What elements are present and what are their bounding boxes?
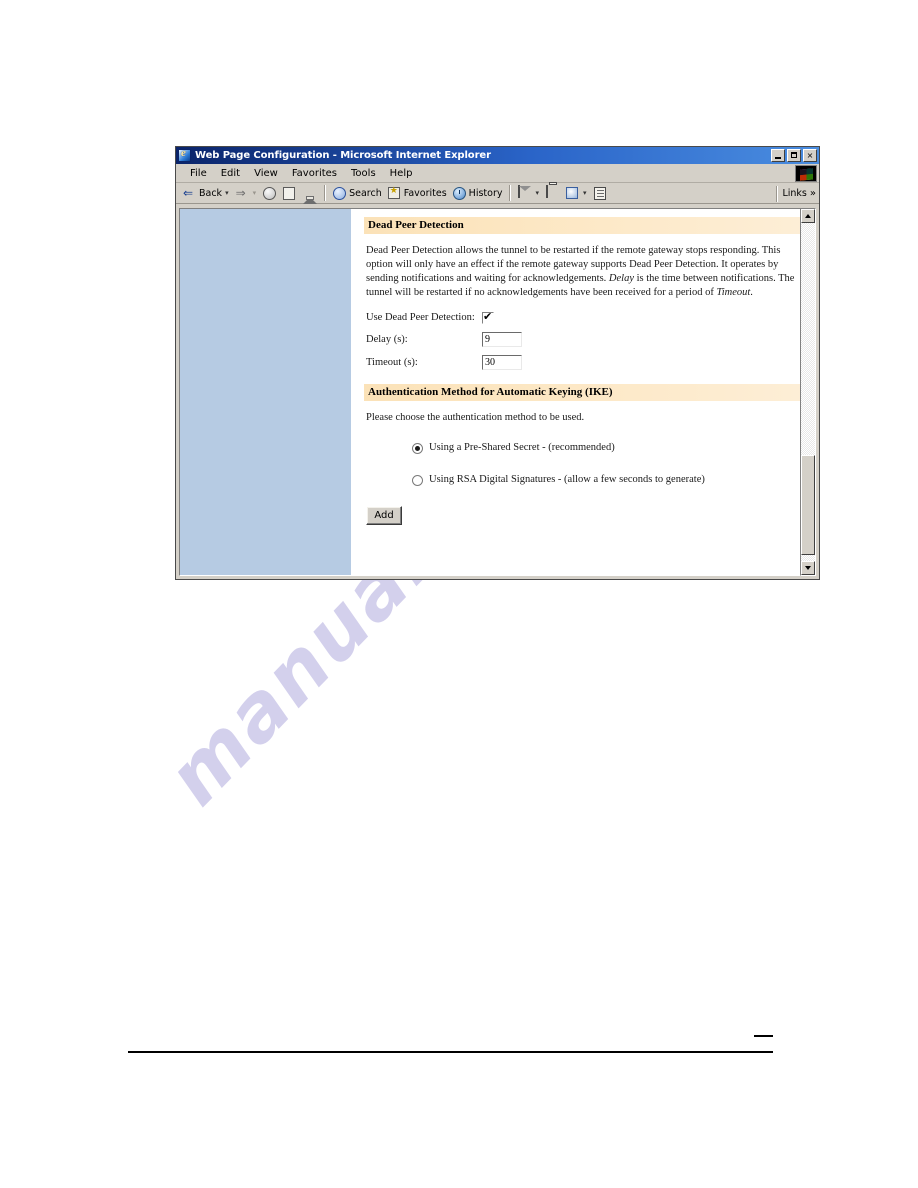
browser-window: Web Page Configuration - Microsoft Inter…: [175, 146, 820, 580]
radio-row-pre-shared-secret[interactable]: Using a Pre-Shared Secret - (recommended…: [412, 442, 801, 455]
print-icon: [546, 185, 560, 200]
ie-logo-icon: [178, 147, 191, 162]
checkbox-use-dead-peer-detection[interactable]: [482, 310, 494, 324]
home-icon: [303, 186, 318, 204]
scroll-up-button[interactable]: [801, 209, 815, 223]
links-label[interactable]: Links: [782, 188, 806, 199]
history-button[interactable]: History: [450, 185, 506, 201]
desc-emphasis-delay: Delay: [608, 272, 634, 284]
minimize-icon: [775, 157, 781, 159]
toolbar-separator: [324, 185, 327, 201]
close-button[interactable]: ×: [803, 149, 817, 162]
label-use-dead-peer-detection: Use Dead Peer Detection:: [366, 312, 475, 324]
maximize-button[interactable]: [787, 149, 801, 162]
search-button[interactable]: Search: [330, 185, 385, 201]
menu-item-edit[interactable]: Edit: [214, 167, 247, 180]
radio-row-rsa-digital-signatures[interactable]: Using RSA Digital Signatures - (allow a …: [412, 474, 801, 487]
minimize-button[interactable]: [771, 149, 785, 162]
label-timeout: Timeout (s):: [366, 356, 418, 368]
favorites-icon: [387, 186, 402, 200]
input-delay-seconds[interactable]: [482, 331, 522, 347]
radio-label-rsa-digital-signatures: Using RSA Digital Signatures - (allow a …: [429, 474, 705, 486]
mail-button[interactable]: ▾: [515, 185, 543, 201]
menu-item-help[interactable]: Help: [383, 167, 420, 180]
refresh-button[interactable]: [280, 185, 300, 201]
radio-pre-shared-secret[interactable]: [412, 443, 423, 455]
window-title: Web Page Configuration - Microsoft Inter…: [195, 150, 491, 161]
field-row-delay: Delay (s):: [366, 331, 801, 347]
links-chevron-icon[interactable]: »: [810, 188, 816, 199]
radio-label-pre-shared-secret: Using a Pre-Shared Secret - (recommended…: [429, 442, 615, 454]
edit-page-icon: [593, 186, 608, 200]
section-heading-dead-peer-detection: Dead Peer Detection: [364, 217, 801, 235]
forward-dropdown-caret-icon: ▾: [252, 189, 257, 197]
vertical-scrollbar[interactable]: [800, 208, 816, 576]
browser-client-area: Dead Peer Detection Dead Peer Detection …: [179, 208, 816, 576]
page-sidebar-panel: [180, 209, 352, 575]
field-row-timeout: Timeout (s):: [366, 354, 801, 370]
related-links-icon: [566, 186, 580, 200]
favorites-label: Favorites: [403, 187, 447, 199]
footer-dash-mark: [754, 1035, 773, 1037]
stop-button[interactable]: [260, 185, 280, 201]
dead-peer-detection-description: Dead Peer Detection allows the tunnel to…: [366, 244, 801, 299]
history-label: History: [468, 187, 503, 199]
links-bar[interactable]: Links »: [776, 183, 816, 204]
footer-horizontal-rule: [128, 1051, 773, 1053]
input-timeout-seconds[interactable]: [482, 354, 522, 370]
scrollbar-thumb[interactable]: [801, 455, 815, 555]
back-dropdown-caret-icon[interactable]: ▾: [225, 189, 229, 197]
history-icon: [452, 186, 467, 200]
authentication-intro-text: Please choose the authentication method …: [366, 411, 585, 423]
menu-item-view[interactable]: View: [247, 167, 285, 180]
scrollbar-track[interactable]: [801, 223, 815, 561]
scroll-down-button[interactable]: [801, 561, 815, 575]
mail-dropdown-caret-icon[interactable]: ▾: [535, 189, 539, 197]
refresh-icon: [283, 186, 297, 200]
forward-arrow-icon: [236, 186, 250, 200]
forward-button[interactable]: ▾: [233, 185, 261, 201]
back-label: Back: [199, 187, 223, 199]
triangle-down-icon: [805, 566, 811, 570]
edit-button[interactable]: [591, 185, 611, 201]
back-arrow-icon: [183, 186, 197, 200]
mail-icon: [518, 185, 532, 200]
windows-flag-logo-icon: [795, 165, 817, 182]
discuss-button[interactable]: ▾: [563, 185, 591, 201]
search-label: Search: [349, 187, 382, 199]
menu-item-tools[interactable]: Tools: [344, 167, 383, 180]
desc-emphasis-timeout: Timeout: [716, 286, 751, 298]
triangle-up-icon: [805, 214, 811, 218]
radio-rsa-digital-signatures[interactable]: [412, 475, 423, 487]
section-heading-authentication-method: Authentication Method for Automatic Keyi…: [364, 383, 801, 401]
maximize-icon: [791, 152, 797, 158]
flag-glyph: [800, 168, 813, 181]
favorites-button[interactable]: Favorites: [385, 185, 450, 201]
page-content: Dead Peer Detection Dead Peer Detection …: [352, 209, 815, 575]
toolbar-separator-2: [509, 185, 512, 201]
menu-item-favorites[interactable]: Favorites: [285, 167, 344, 180]
search-icon: [333, 186, 347, 200]
discuss-dropdown-caret-icon[interactable]: ▾: [583, 189, 587, 197]
back-button[interactable]: Back ▾: [180, 185, 233, 201]
field-row-use-dead-peer-detection: Use Dead Peer Detection:: [366, 310, 801, 324]
links-separator: [776, 185, 779, 202]
stop-icon: [263, 186, 277, 200]
label-delay: Delay (s):: [366, 333, 408, 345]
browser-toolbar: Back ▾ ▾ Search Favorites History: [176, 183, 819, 204]
desc-part-3: .: [750, 286, 753, 298]
add-button[interactable]: Add: [366, 506, 402, 526]
menu-bar: File Edit View Favorites Tools Help: [176, 164, 819, 183]
window-controls: ×: [771, 149, 817, 162]
menu-item-file[interactable]: File: [183, 167, 214, 180]
window-titlebar: Web Page Configuration - Microsoft Inter…: [176, 147, 819, 164]
print-button[interactable]: [543, 185, 563, 201]
home-button[interactable]: [300, 185, 320, 204]
